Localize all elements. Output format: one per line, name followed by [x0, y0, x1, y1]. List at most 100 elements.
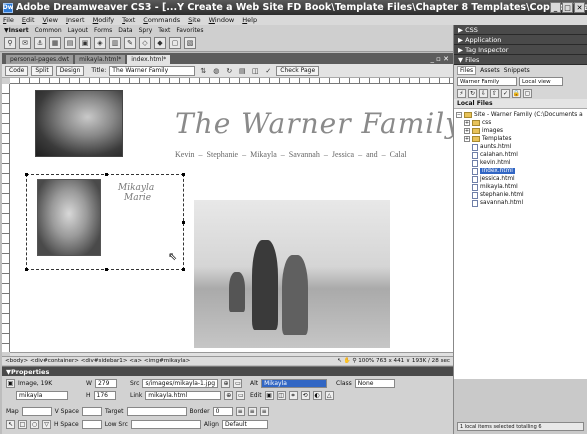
class-select[interactable]: None	[354, 379, 395, 388]
pointer-hotspot-icon[interactable]: ↖	[6, 420, 15, 429]
insert-label[interactable]: ▼Insert	[4, 27, 29, 34]
tree-folder-images[interactable]: + images	[456, 127, 585, 135]
vspace-field[interactable]	[81, 407, 102, 416]
tree-file[interactable]: jessica.html	[456, 175, 585, 183]
insert-tab-common[interactable]: Common	[35, 27, 62, 34]
tree-file[interactable]: aunts.html	[456, 143, 585, 151]
resize-handle[interactable]	[182, 268, 185, 271]
tree-file[interactable]: stephanie.html	[456, 191, 585, 199]
div-icon[interactable]: ▤	[64, 37, 76, 49]
page-title-field[interactable]: The Warner Family	[109, 65, 196, 76]
resize-handle[interactable]	[182, 221, 185, 224]
target-field[interactable]	[126, 407, 187, 416]
sidebar-image-selection[interactable]: Mikayla Marie	[25, 173, 185, 271]
menu-file[interactable]: File	[3, 16, 14, 24]
image-icon[interactable]: ▣	[79, 37, 91, 49]
comment-icon[interactable]: ✎	[124, 37, 136, 49]
align-right-icon[interactable]: ≡	[259, 407, 269, 416]
view-select[interactable]: Local view	[519, 77, 563, 86]
tab-index[interactable]: index.html*	[127, 55, 171, 64]
menu-help[interactable]: Help	[242, 16, 257, 24]
split-view-button[interactable]: Split	[31, 65, 53, 76]
tag-inspector-panel-header[interactable]: ▶ Tag Inspector	[454, 45, 587, 55]
zoom-tool-icon[interactable]: ⚲	[352, 358, 356, 364]
expand-icon[interactable]: ▢	[523, 89, 532, 98]
get-files-icon[interactable]: ⇩	[479, 89, 488, 98]
rect-hotspot-icon[interactable]: □	[18, 420, 27, 429]
close-button[interactable]: ✕	[574, 2, 585, 13]
expand-icon[interactable]: +	[464, 120, 470, 126]
expand-icon[interactable]: +	[464, 136, 470, 142]
tab-snippets[interactable]: Snippets	[504, 67, 530, 74]
insert-tab-spry[interactable]: Spry	[139, 27, 153, 34]
tree-file[interactable]: savannah.html	[456, 199, 585, 207]
menu-edit[interactable]: Edit	[22, 16, 35, 24]
map-field[interactable]	[21, 407, 52, 416]
preview-browser-icon[interactable]: ◍	[211, 66, 221, 76]
check-out-icon[interactable]: ✓	[501, 89, 510, 98]
head-icon[interactable]: ◇	[139, 37, 151, 49]
date-icon[interactable]: ▥	[109, 37, 121, 49]
tab-personal-pages[interactable]: personal-pages.dwt	[6, 55, 74, 64]
border-field[interactable]: 0	[212, 407, 233, 416]
hspace-field[interactable]	[81, 420, 102, 429]
script-icon[interactable]: ◆	[154, 37, 166, 49]
oval-hotspot-icon[interactable]: ○	[30, 420, 39, 429]
resize-handle[interactable]	[182, 173, 185, 176]
family-nav[interactable]: Kevin – Stephanie – Mikayla – Savannah –…	[175, 150, 407, 159]
refresh-icon[interactable]: ↻	[468, 89, 477, 98]
point-to-file-icon[interactable]: ⊕	[221, 379, 231, 388]
align-center-icon[interactable]: ≡	[247, 407, 257, 416]
check-in-icon[interactable]: 🔒	[512, 89, 521, 98]
tree-file[interactable]: kevin.html	[456, 159, 585, 167]
menu-insert[interactable]: Insert	[66, 16, 85, 24]
resize-handle[interactable]	[25, 173, 28, 176]
insert-tab-layout[interactable]: Layout	[68, 27, 88, 34]
application-panel-header[interactable]: ▶ Application	[454, 35, 587, 45]
menu-commands[interactable]: Commands	[143, 16, 180, 24]
browse-folder-icon[interactable]: ▭	[236, 391, 246, 400]
expand-icon[interactable]: +	[464, 128, 470, 134]
document-window-controls[interactable]: _ ▫ ✕	[426, 54, 453, 64]
maximize-button[interactable]: □	[562, 2, 573, 13]
image-id-field[interactable]: mikayla	[16, 391, 68, 400]
height-field[interactable]: 176	[93, 391, 116, 400]
menu-text[interactable]: Text	[122, 16, 135, 24]
design-view-button[interactable]: Design	[55, 65, 85, 76]
file-management-icon[interactable]: ⇅	[198, 66, 208, 76]
poly-hotspot-icon[interactable]: ▽	[42, 420, 51, 429]
insert-tab-forms[interactable]: Forms	[94, 27, 112, 34]
connect-icon[interactable]: ⚡	[457, 89, 466, 98]
crop-icon[interactable]: ⌗	[288, 391, 298, 400]
tab-assets[interactable]: Assets	[480, 67, 500, 74]
select-tool-icon[interactable]: ↖	[337, 358, 342, 364]
width-field[interactable]: 279	[94, 379, 117, 388]
tree-site-root[interactable]: − Site - Warner Family (C:\Documents a	[456, 111, 585, 119]
table-icon[interactable]: ▦	[49, 37, 61, 49]
design-canvas[interactable]: The Warner Family Kevin – Stephanie – Mi…	[10, 84, 453, 352]
menu-window[interactable]: Window	[209, 16, 235, 24]
properties-header[interactable]: ▼Properties	[2, 367, 453, 376]
hand-tool-icon[interactable]: ✋	[344, 358, 351, 364]
insert-tab-favorites[interactable]: Favorites	[176, 27, 203, 34]
alt-field[interactable]: Mikayla	[261, 379, 328, 388]
lowsrc-field[interactable]	[130, 420, 201, 429]
link-field[interactable]: mikayla.html	[145, 391, 222, 400]
css-panel-header[interactable]: ▶ CSS	[454, 25, 587, 35]
anchor-icon[interactable]: ⚓	[34, 37, 46, 49]
collapse-icon[interactable]: −	[456, 112, 462, 118]
media-icon[interactable]: ◈	[94, 37, 106, 49]
sharpen-icon[interactable]: △	[324, 391, 334, 400]
menu-view[interactable]: View	[43, 16, 58, 24]
site-select[interactable]: Warner Family	[457, 77, 517, 86]
view-options-icon[interactable]: ▤	[237, 66, 247, 76]
window-size[interactable]: 763 x 441 ∨ 193K / 28 sec	[376, 358, 450, 364]
link-icon[interactable]: ⚲	[4, 37, 16, 49]
tree-file[interactable]: calahan.html	[456, 151, 585, 159]
brightness-icon[interactable]: ◐	[312, 391, 322, 400]
resize-handle[interactable]	[25, 268, 28, 271]
tag-selector[interactable]: <body> <div#container> <div#sidebar1> <a…	[5, 358, 190, 364]
edit-image-icon[interactable]: ▣	[264, 391, 274, 400]
tab-mikayla[interactable]: mikayla.html*	[75, 55, 126, 64]
email-icon[interactable]: ✉	[19, 37, 31, 49]
